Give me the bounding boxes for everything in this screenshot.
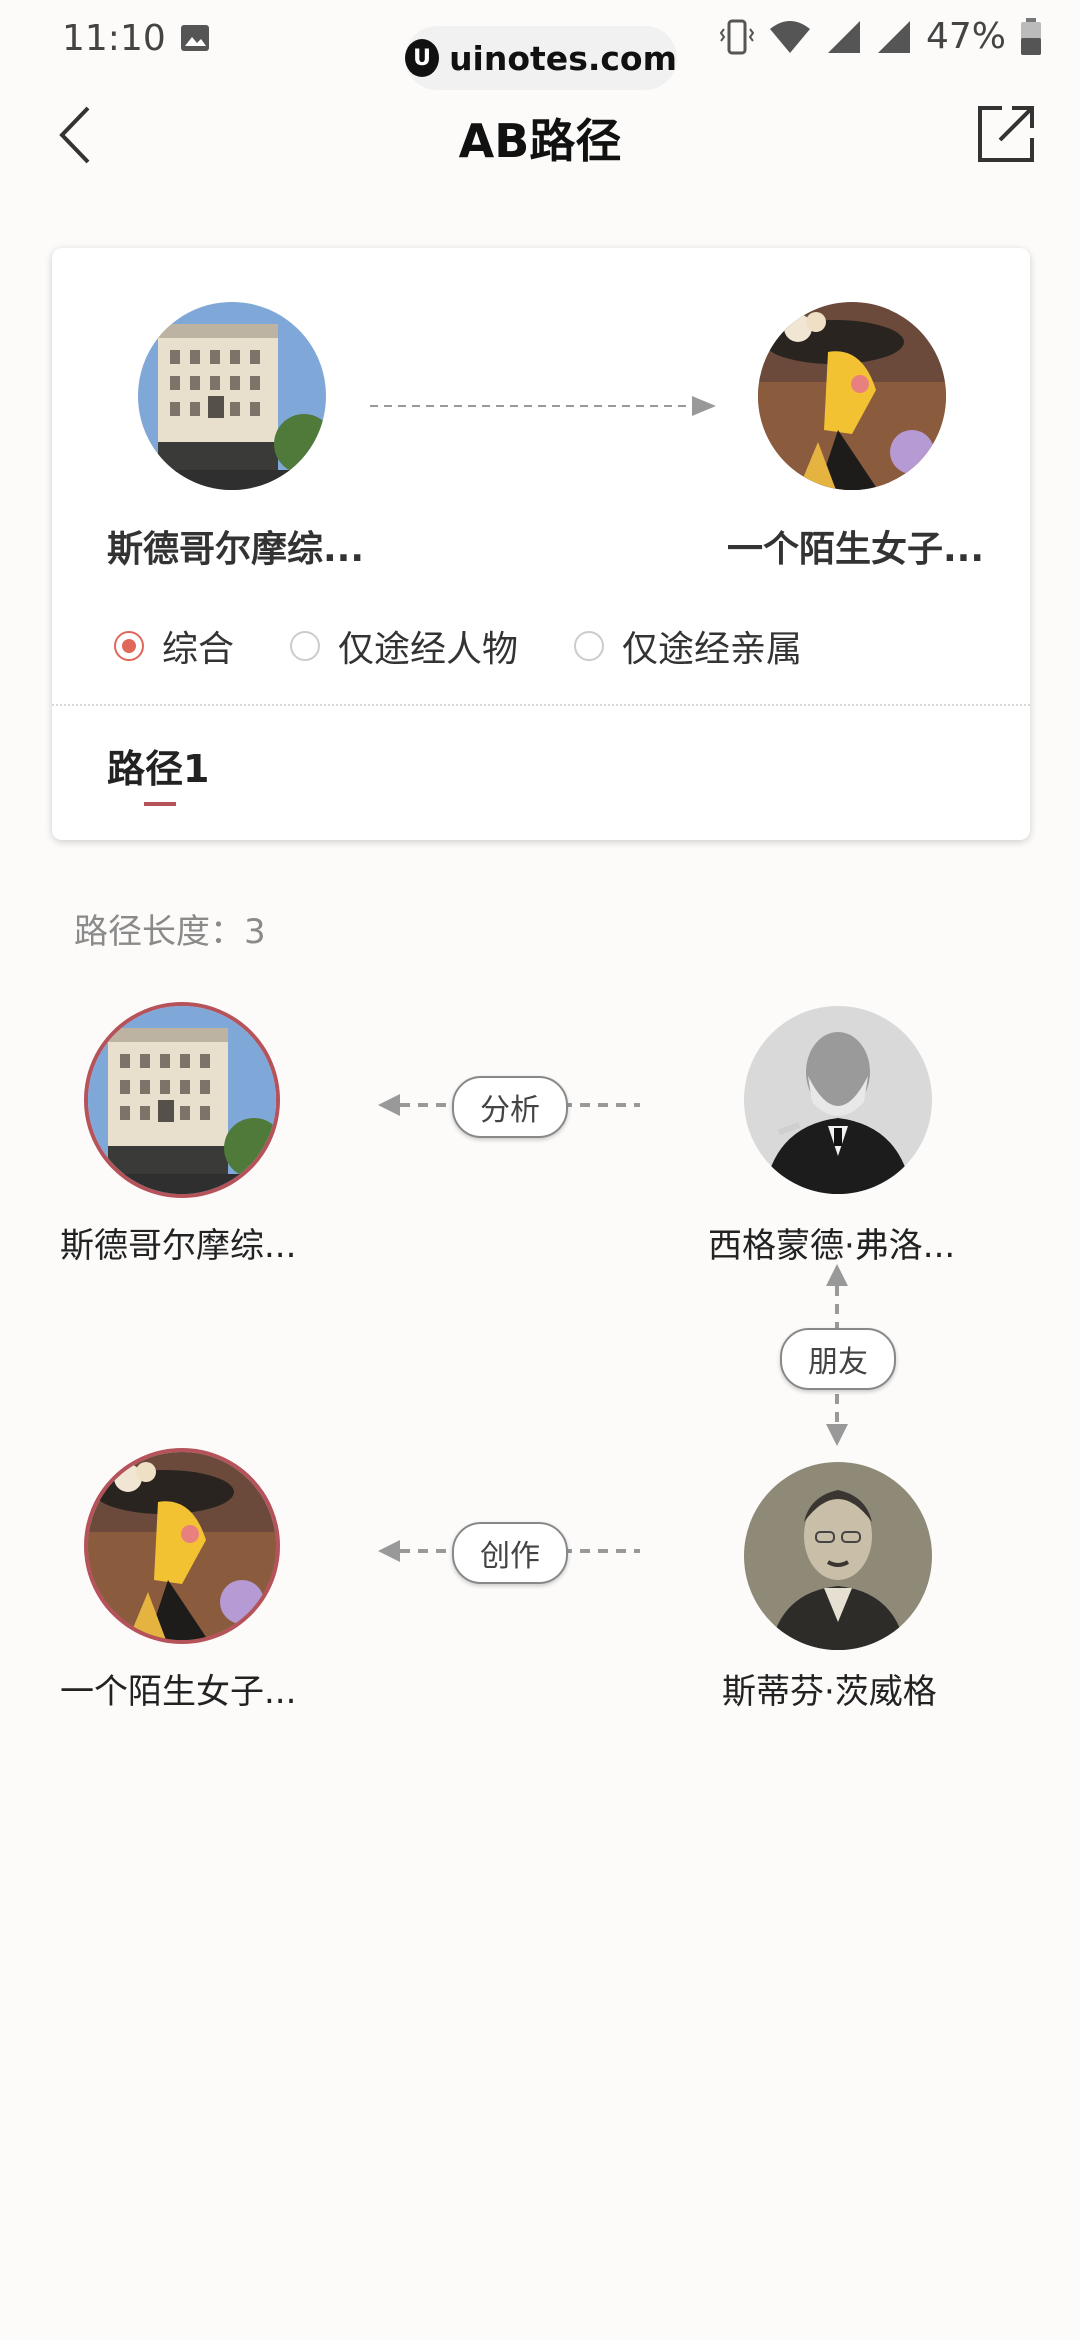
path-node-label: 西格蒙德·弗洛... — [708, 1226, 956, 1266]
from-avatar[interactable] — [138, 302, 326, 490]
battery-percent: 47% — [925, 16, 1006, 57]
filter-radio-relatives[interactable]: 仅途经亲属 — [574, 620, 802, 672]
relation-label: 朋友 — [780, 1328, 896, 1390]
relation-label: 创作 — [452, 1522, 568, 1584]
filter-label: 综合 — [162, 629, 235, 670]
vibrate-icon — [719, 19, 754, 54]
signal-icon-2 — [877, 20, 910, 53]
from-name: 斯德哥尔摩综... — [107, 529, 365, 570]
path-length: 路径长度：3 — [74, 912, 266, 952]
building-photo — [88, 1006, 276, 1194]
painted-woman — [758, 302, 946, 490]
divider — [52, 704, 1030, 706]
status-icons: 47% — [719, 16, 1042, 57]
path-node-label: 斯蒂芬·茨威格 — [722, 1672, 937, 1712]
path-node-avatar[interactable] — [744, 1462, 932, 1650]
signal-icon — [827, 20, 860, 53]
tab-path-1[interactable]: 路径1 — [107, 738, 209, 793]
filter-radio-all[interactable]: 综合 — [114, 620, 234, 672]
radio-unselected-icon — [574, 631, 605, 661]
to-avatar[interactable] — [758, 302, 946, 490]
page-title: AB路径 — [458, 114, 622, 168]
painted-woman — [88, 1452, 276, 1640]
radio-unselected-icon — [290, 631, 321, 661]
building-photo — [138, 302, 326, 490]
to-name: 一个陌生女子... — [727, 529, 985, 570]
battery-icon — [1021, 17, 1041, 55]
status-time: 11:10 — [62, 18, 166, 59]
tab-indicator — [144, 802, 176, 806]
ab-path-card: 斯德哥尔摩综... 一个陌生女子... 综合 仅途经人物 仅途经亲属 路径1 — [52, 248, 1030, 840]
direction-arrow — [370, 396, 716, 416]
path-node-label: 斯德哥尔摩综... — [60, 1226, 297, 1266]
path-node-avatar[interactable] — [744, 1006, 932, 1194]
image-notification-icon — [181, 25, 209, 51]
path-node-avatar[interactable] — [88, 1006, 276, 1194]
path-node-label: 一个陌生女子... — [60, 1672, 297, 1712]
wifi-icon — [769, 20, 810, 53]
watermark-badge: U uinotes.com — [405, 26, 677, 90]
freud-portrait — [744, 1006, 932, 1194]
zweig-portrait — [744, 1462, 932, 1650]
relation-label: 分析 — [452, 1076, 568, 1138]
radio-selected-icon — [114, 631, 144, 661]
filter-label: 仅途经人物 — [338, 629, 519, 670]
filter-radio-group: 综合 仅途经人物 仅途经亲属 — [114, 620, 858, 672]
filter-radio-persons[interactable]: 仅途经人物 — [290, 620, 518, 672]
watermark-logo-icon: U — [405, 39, 440, 77]
watermark-text: uinotes.com — [449, 38, 677, 78]
share-icon[interactable] — [976, 102, 1038, 164]
filter-label: 仅途经亲属 — [622, 629, 803, 670]
path-node-avatar[interactable] — [88, 1452, 276, 1640]
